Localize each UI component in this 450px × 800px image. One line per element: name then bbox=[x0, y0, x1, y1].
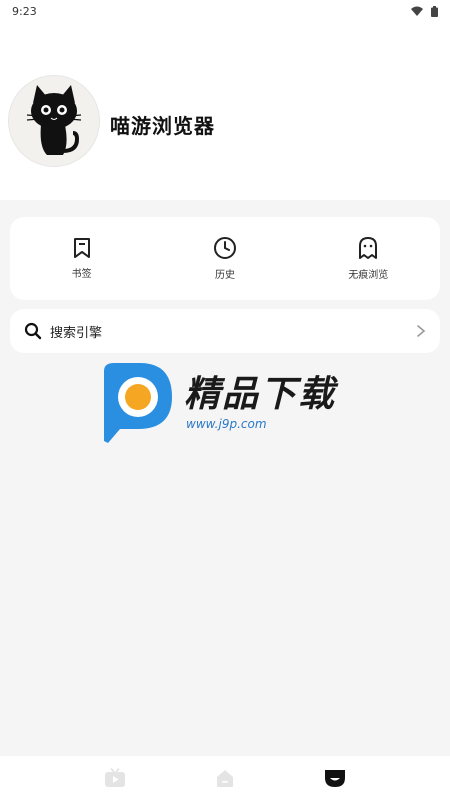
bookmark-icon bbox=[73, 238, 90, 258]
history-label: 历史 bbox=[214, 270, 235, 281]
profile-face-icon bbox=[325, 770, 345, 787]
search-icon bbox=[24, 322, 42, 340]
history-button[interactable]: 历史 bbox=[153, 217, 296, 300]
home-icon bbox=[217, 770, 233, 787]
clock-icon bbox=[213, 237, 236, 259]
watermark-logo: 精品下载 www.j9p.com bbox=[100, 358, 360, 448]
profile-header: 喵游浏览器 bbox=[0, 22, 450, 200]
search-engine-row[interactable]: 搜索引擎 bbox=[10, 309, 440, 353]
watermark-p-logo-icon bbox=[104, 363, 172, 443]
bookmarks-button[interactable]: 书签 bbox=[10, 217, 153, 300]
nav-video-button[interactable] bbox=[95, 758, 135, 798]
watermark-text: 精品下载 www.j9p.com bbox=[184, 374, 337, 432]
avatar[interactable] bbox=[8, 75, 100, 167]
bottom-nav bbox=[0, 756, 450, 800]
quick-actions-card: 书签 历史 无痕浏览 bbox=[10, 217, 440, 300]
status-time: 9:23 bbox=[12, 4, 37, 18]
video-icon bbox=[105, 768, 125, 787]
incognito-label: 无痕浏览 bbox=[348, 270, 389, 281]
incognito-button[interactable]: 无痕浏览 bbox=[297, 217, 440, 300]
nav-home-button[interactable] bbox=[205, 758, 245, 798]
nav-profile-button[interactable] bbox=[315, 758, 355, 798]
status-bar: 9:23 bbox=[0, 0, 450, 22]
ghost-icon bbox=[359, 237, 378, 259]
black-cat-icon bbox=[26, 85, 82, 155]
watermark-title: 精品下载 bbox=[184, 374, 337, 415]
app-name: 喵游浏览器 bbox=[110, 114, 215, 138]
status-icons bbox=[411, 5, 438, 17]
watermark-url: www.j9p.com bbox=[186, 417, 267, 431]
bookmarks-label: 书签 bbox=[71, 269, 92, 280]
battery-icon bbox=[431, 5, 438, 17]
chevron-right-icon bbox=[417, 325, 426, 337]
search-engine-label: 搜索引擎 bbox=[50, 325, 103, 341]
wifi-icon bbox=[411, 6, 423, 16]
